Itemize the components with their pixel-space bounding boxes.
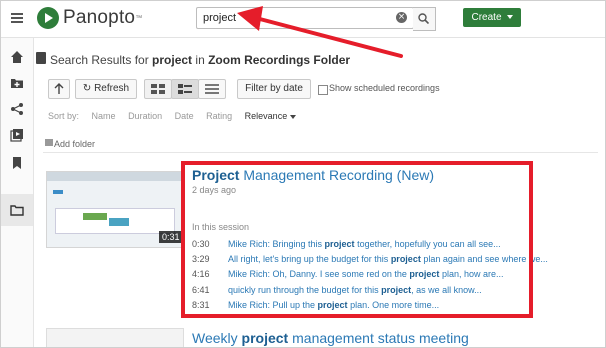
annotation-arrow-icon: [237, 6, 403, 58]
app-window: Panopto™ × Create Search Results for pro…: [0, 0, 606, 348]
